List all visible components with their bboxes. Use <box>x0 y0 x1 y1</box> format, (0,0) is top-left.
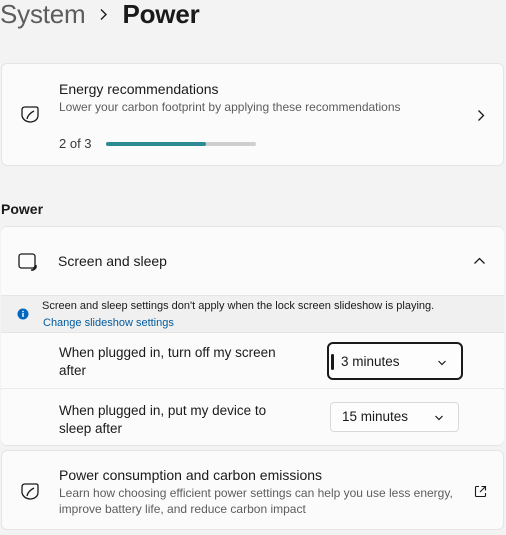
screen-sleep-title: Screen and sleep <box>58 253 167 269</box>
progress-bar <box>106 142 256 146</box>
power-consumption-subtitle: Learn how choosing efficient power setti… <box>59 486 453 516</box>
page-title: Power <box>122 0 200 29</box>
screen-off-row: When plugged in, turn off my screen afte… <box>1 333 504 389</box>
progress-bar-fill <box>106 142 207 146</box>
progress-count: 2 of 3 <box>59 136 92 151</box>
chevron-up-icon[interactable] <box>472 254 486 268</box>
info-bar: Screen and sleep settings don't apply wh… <box>1 295 504 333</box>
screen-sleep-header[interactable]: Screen and sleep <box>1 227 504 295</box>
open-external-icon[interactable] <box>472 483 488 499</box>
energy-title: Energy recommendations <box>59 81 219 97</box>
energy-recommendations-card[interactable]: Energy recommendations Lower your carbon… <box>1 63 504 166</box>
chevron-right-icon <box>474 108 488 122</box>
chevron-down-icon <box>437 356 447 371</box>
screen-off-dropdown[interactable]: 3 minutes <box>327 342 463 380</box>
info-message: Screen and sleep settings don't apply wh… <box>42 300 435 312</box>
leaf-icon <box>19 481 41 503</box>
screen-sleep-icon <box>17 251 39 273</box>
sleep-label: When plugged in, put my device to sleep … <box>59 403 267 436</box>
leaf-icon <box>19 104 41 126</box>
screen-off-value: 3 minutes <box>341 354 400 369</box>
sleep-value: 15 minutes <box>342 409 409 424</box>
focus-indicator <box>331 354 334 370</box>
breadcrumb-system-link[interactable]: System <box>0 0 86 30</box>
chevron-down-icon <box>434 411 444 426</box>
power-consumption-card[interactable]: Power consumption and carbon emissions L… <box>1 450 504 530</box>
chevron-right-icon <box>99 8 108 21</box>
info-icon <box>17 308 29 320</box>
sleep-row: When plugged in, put my device to sleep … <box>1 390 504 445</box>
power-consumption-title: Power consumption and carbon emissions <box>59 467 323 483</box>
section-header-power: Power <box>1 201 44 217</box>
sleep-dropdown[interactable]: 15 minutes <box>330 402 459 432</box>
energy-subtitle: Lower your carbon footprint by applying … <box>59 100 401 114</box>
change-slideshow-settings-link[interactable]: Change slideshow settings <box>43 317 174 329</box>
screen-off-label: When plugged in, turn off my screen afte… <box>59 345 276 378</box>
breadcrumb: System Power <box>0 0 200 34</box>
